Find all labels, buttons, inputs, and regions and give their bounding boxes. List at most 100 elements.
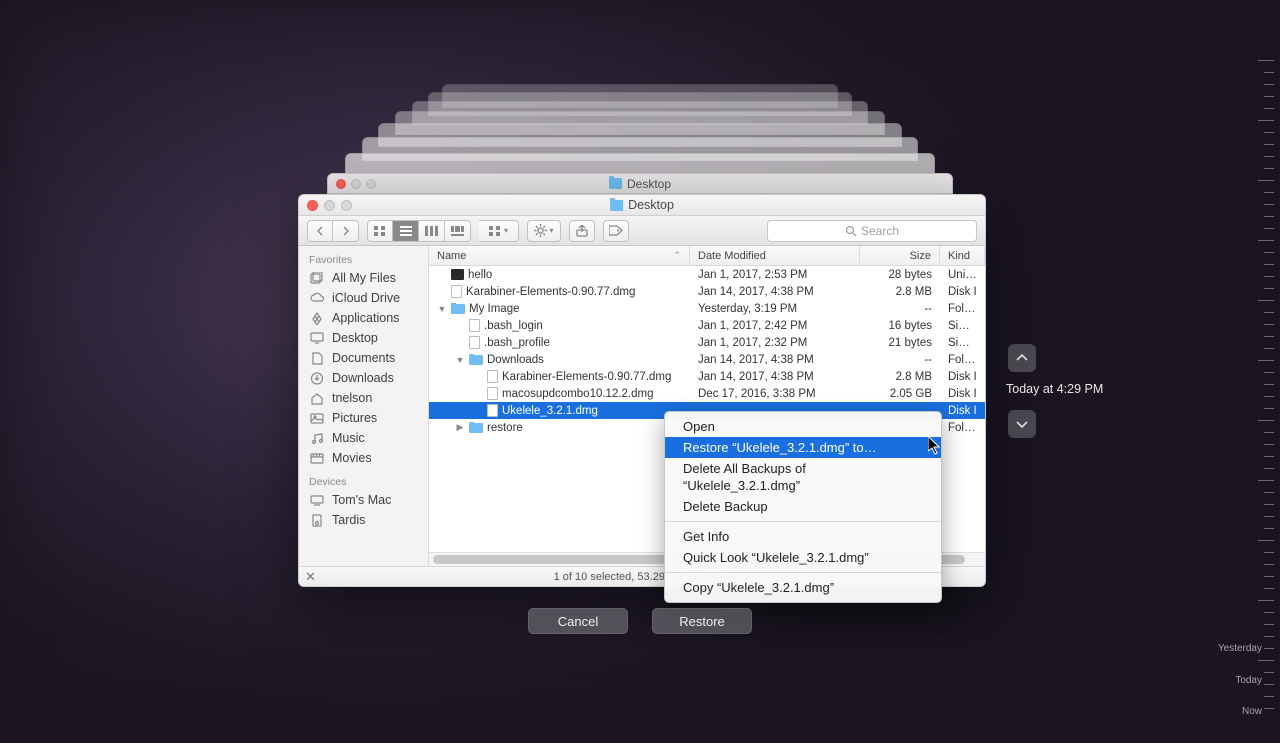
coverflow-view-button[interactable]: [445, 220, 471, 242]
sidebar-item-desktop[interactable]: Desktop: [299, 328, 428, 348]
timeline-tick[interactable]: [1264, 696, 1274, 697]
timeline-tick[interactable]: [1264, 576, 1274, 577]
timeline-tick[interactable]: [1264, 624, 1274, 625]
column-view-button[interactable]: [419, 220, 445, 242]
share-button[interactable]: [569, 220, 595, 242]
timeline-tick[interactable]: [1258, 120, 1274, 121]
sidebar-item-tnelson[interactable]: tnelson: [299, 388, 428, 408]
timeline-tick[interactable]: [1258, 240, 1274, 241]
menu-item[interactable]: Delete Backup: [665, 496, 941, 517]
sidebar-item-applications[interactable]: Applications: [299, 308, 428, 328]
timeline-tick[interactable]: [1264, 456, 1274, 457]
timeline-tick[interactable]: [1258, 600, 1274, 601]
menu-item[interactable]: Copy “Ukelele_3.2.1.dmg”: [665, 577, 941, 598]
timeline-tick[interactable]: [1264, 408, 1274, 409]
timeline-tick[interactable]: [1264, 468, 1274, 469]
timeline-tick[interactable]: [1264, 204, 1274, 205]
timeline-tick[interactable]: [1258, 300, 1274, 301]
disclosure-icon[interactable]: ▶: [455, 422, 465, 433]
sidebar-item-documents[interactable]: Documents: [299, 348, 428, 368]
col-name[interactable]: Name⌃: [429, 246, 690, 265]
timeline-tick[interactable]: [1264, 72, 1274, 73]
timeline-tick[interactable]: [1258, 180, 1274, 181]
timeline-tick[interactable]: [1264, 432, 1274, 433]
timeline-tick[interactable]: [1258, 360, 1274, 361]
timeline-tick[interactable]: [1264, 528, 1274, 529]
timeline-tick[interactable]: [1264, 156, 1274, 157]
timeline-tick[interactable]: [1258, 420, 1274, 421]
timeline-tick[interactable]: [1264, 336, 1274, 337]
timeline-tick[interactable]: [1264, 372, 1274, 373]
file-row[interactable]: Karabiner-Elements-0.90.77.dmgJan 14, 20…: [429, 283, 985, 300]
sidebar-item-tardis[interactable]: Tardis: [299, 510, 428, 530]
sidebar-item-icloud-drive[interactable]: iCloud Drive: [299, 288, 428, 308]
timeline-tick[interactable]: [1264, 276, 1274, 277]
menu-item[interactable]: Restore “Ukelele_3.2.1.dmg” to…: [665, 437, 941, 458]
timeline-tick[interactable]: [1264, 564, 1274, 565]
timeline-tick[interactable]: [1264, 228, 1274, 229]
timeline-tick[interactable]: [1264, 684, 1274, 685]
timeline-tick[interactable]: [1258, 60, 1274, 61]
file-row[interactable]: Karabiner-Elements-0.90.77.dmgJan 14, 20…: [429, 368, 985, 385]
timeline-tick[interactable]: [1264, 588, 1274, 589]
file-row[interactable]: .bash_loginJan 1, 2017, 2:42 PM16 bytesS…: [429, 317, 985, 334]
timeline-tick[interactable]: [1264, 552, 1274, 553]
col-size[interactable]: Size: [860, 246, 940, 265]
col-date[interactable]: Date Modified: [690, 246, 860, 265]
timeline-tick[interactable]: [1264, 312, 1274, 313]
timeline-tick[interactable]: [1264, 216, 1274, 217]
timeline-tick[interactable]: [1264, 612, 1274, 613]
timeline-tick[interactable]: [1264, 192, 1274, 193]
sidebar-item-all-my-files[interactable]: All My Files: [299, 268, 428, 288]
timeline-tick[interactable]: [1264, 396, 1274, 397]
sidebar-item-downloads[interactable]: Downloads: [299, 368, 428, 388]
sidebar-item-movies[interactable]: Movies: [299, 448, 428, 468]
list-view-button[interactable]: [393, 220, 419, 242]
timeline-tick[interactable]: [1264, 504, 1274, 505]
file-row[interactable]: helloJan 1, 2017, 2:53 PM28 bytesUnix e: [429, 266, 985, 283]
sidebar-item-tom-s-mac[interactable]: Tom's Mac: [299, 490, 428, 510]
file-row[interactable]: macosupdcombo10.12.2.dmgDec 17, 2016, 3:…: [429, 385, 985, 402]
timeline-back-button[interactable]: [1008, 344, 1036, 372]
disclosure-icon[interactable]: ▼: [437, 304, 447, 314]
timeline-tick[interactable]: [1264, 168, 1274, 169]
timeline-tick[interactable]: [1264, 264, 1274, 265]
timeline-tick[interactable]: [1264, 672, 1274, 673]
timeline-tick[interactable]: [1258, 540, 1274, 541]
timeline-tick[interactable]: [1264, 384, 1274, 385]
restore-button[interactable]: Restore: [652, 608, 752, 634]
timeline-tick[interactable]: [1264, 108, 1274, 109]
timeline-tick[interactable]: [1264, 288, 1274, 289]
minimize-button[interactable]: [324, 200, 335, 211]
search-field[interactable]: Search: [767, 220, 977, 242]
tags-button[interactable]: [603, 220, 629, 242]
fullscreen-button[interactable]: [341, 200, 352, 211]
column-headers[interactable]: Name⌃ Date Modified Size Kind: [429, 246, 985, 266]
sidebar-item-pictures[interactable]: Pictures: [299, 408, 428, 428]
timeline-tick[interactable]: [1264, 84, 1274, 85]
timeline-tick[interactable]: [1264, 492, 1274, 493]
sidebar-item-music[interactable]: Music: [299, 428, 428, 448]
forward-button[interactable]: [333, 220, 359, 242]
timeline-tick[interactable]: [1264, 708, 1274, 709]
menu-item[interactable]: Get Info: [665, 526, 941, 547]
timeline-tick[interactable]: [1264, 132, 1274, 133]
titlebar[interactable]: Desktop: [299, 195, 985, 216]
icon-view-button[interactable]: [367, 220, 393, 242]
timeline-tick[interactable]: [1264, 648, 1274, 649]
timeline-tick[interactable]: [1264, 252, 1274, 253]
menu-item[interactable]: Delete All Backups of “Ukelele_3.2.1.dmg…: [665, 458, 941, 496]
action-button[interactable]: ▾: [527, 220, 561, 242]
timeline-tick[interactable]: [1264, 444, 1274, 445]
file-row[interactable]: ▼My ImageYesterday, 3:19 PM--Folder: [429, 300, 985, 317]
cancel-button[interactable]: Cancel: [528, 608, 628, 634]
file-row[interactable]: ▼DownloadsJan 14, 2017, 4:38 PM--Folder: [429, 351, 985, 368]
col-kind[interactable]: Kind: [940, 246, 985, 265]
timeline-tick[interactable]: [1264, 144, 1274, 145]
disclosure-icon[interactable]: ▼: [455, 355, 465, 365]
back-button[interactable]: [307, 220, 333, 242]
timeline-tick[interactable]: [1258, 480, 1274, 481]
timeline-forward-button[interactable]: [1008, 410, 1036, 438]
timeline-tick[interactable]: [1258, 660, 1274, 661]
close-button[interactable]: [307, 200, 318, 211]
